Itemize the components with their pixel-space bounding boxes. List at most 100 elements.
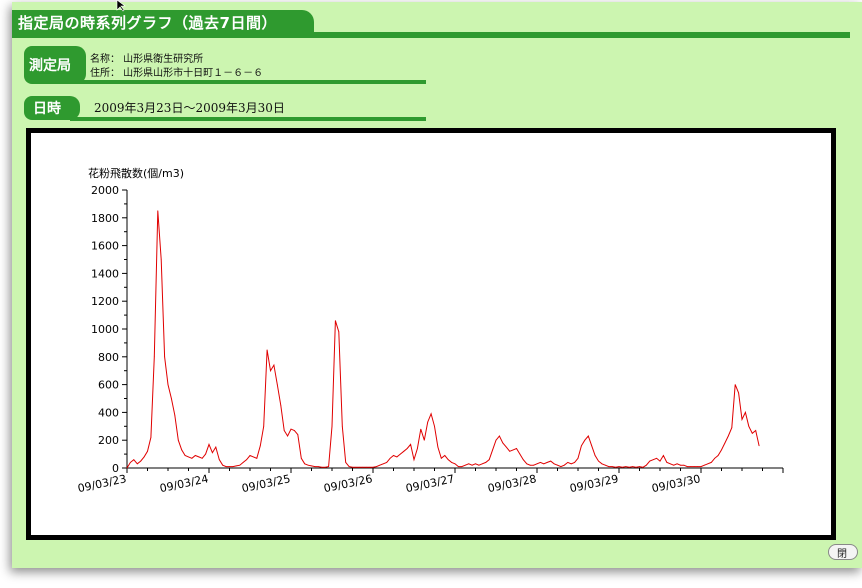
x-tick-label: 09/03/30 (651, 472, 702, 495)
data-point (495, 439, 497, 441)
data-point (393, 455, 394, 456)
data-point (239, 464, 241, 466)
data-point (471, 464, 473, 466)
x-tick-label: 09/03/28 (487, 472, 538, 495)
data-point (659, 460, 661, 462)
data-point (680, 464, 681, 466)
data-point (584, 439, 586, 441)
data-point (338, 331, 340, 333)
data-point (140, 460, 142, 462)
data-point (587, 435, 589, 437)
data-point (167, 384, 169, 385)
data-point (704, 464, 705, 466)
period-label: 日時 (33, 101, 61, 117)
data-point (403, 450, 405, 452)
data-point (270, 370, 271, 372)
data-point (362, 466, 364, 468)
data-point (550, 460, 552, 462)
x-tick-label: 09/03/24 (159, 472, 210, 495)
data-point (249, 455, 251, 456)
data-point (567, 462, 569, 463)
data-point (263, 425, 265, 427)
data-point (181, 449, 183, 451)
data-point (396, 456, 398, 458)
data-point (669, 463, 671, 465)
data-point (355, 466, 357, 468)
data-point (427, 421, 429, 423)
station-label-badge: 測定局 (24, 46, 86, 84)
data-point (464, 464, 466, 466)
data-point (690, 466, 692, 467)
title-bar: 指定局の時系列グラフ（過去7日間） (12, 10, 850, 40)
data-point (147, 450, 148, 452)
data-point (710, 462, 712, 463)
data-point (724, 442, 726, 444)
data-point (608, 466, 610, 467)
data-point (420, 428, 422, 430)
station-underline (76, 80, 426, 84)
y-tick-label: 400 (98, 406, 119, 419)
x-tick-label: 09/03/29 (569, 472, 620, 495)
data-point (212, 452, 213, 454)
data-point (666, 462, 668, 463)
data-point (543, 463, 545, 465)
data-point (738, 392, 739, 394)
data-point (734, 384, 736, 385)
data-point (160, 259, 162, 260)
data-point (581, 445, 582, 447)
data-point (693, 466, 695, 467)
data-point (290, 428, 292, 430)
period-range: 2009年3月23日〜2009年3月30日 (94, 101, 285, 115)
data-point (437, 446, 439, 448)
period-underline (70, 117, 426, 121)
data-point (485, 462, 487, 463)
data-point (516, 448, 517, 449)
data-point (598, 460, 599, 462)
data-point (177, 439, 179, 441)
y-tick-label: 1400 (91, 267, 119, 280)
data-point (557, 464, 558, 466)
data-point (276, 384, 278, 385)
data-point (714, 457, 716, 459)
data-point (164, 356, 166, 358)
period-label-badge: 日時 (24, 96, 80, 120)
data-point (748, 425, 750, 427)
data-point (317, 466, 319, 467)
x-tick-label: 09/03/26 (323, 472, 374, 495)
data-point (130, 462, 131, 463)
data-point (253, 456, 254, 458)
data-point (519, 453, 521, 455)
data-point (191, 457, 193, 459)
data-point (673, 464, 675, 466)
y-tick-label: 200 (98, 434, 119, 447)
data-point (505, 446, 507, 448)
data-point (280, 405, 282, 406)
data-point (577, 457, 579, 459)
close-button[interactable]: 閉 (828, 544, 858, 560)
data-point (215, 446, 217, 448)
x-tick-label: 09/03/23 (77, 472, 128, 495)
data-point (502, 442, 504, 444)
data-point (417, 448, 418, 449)
pollen-chart: 花粉飛散数(個/m3) 0200400600800100012001400160… (77, 166, 784, 495)
data-point (171, 398, 172, 399)
data-point (201, 457, 203, 459)
data-point (741, 419, 743, 420)
data-point (727, 435, 729, 437)
data-point (314, 466, 316, 467)
data-point (526, 463, 528, 465)
data-point (399, 453, 401, 455)
data-point (379, 464, 381, 466)
data-point (430, 413, 432, 415)
data-point (656, 457, 657, 459)
data-point (208, 444, 210, 445)
data-point (348, 466, 350, 467)
data-point (331, 425, 333, 427)
y-tick-label: 800 (98, 351, 119, 364)
chart-frame: 花粉飛散数(個/m3) 0 200 400 600 800 1000 1200 1400 160… (26, 128, 836, 540)
data-point (604, 464, 606, 466)
data-point (184, 455, 186, 456)
data-point (632, 466, 634, 467)
data-point (382, 463, 384, 465)
data-point (218, 459, 220, 461)
